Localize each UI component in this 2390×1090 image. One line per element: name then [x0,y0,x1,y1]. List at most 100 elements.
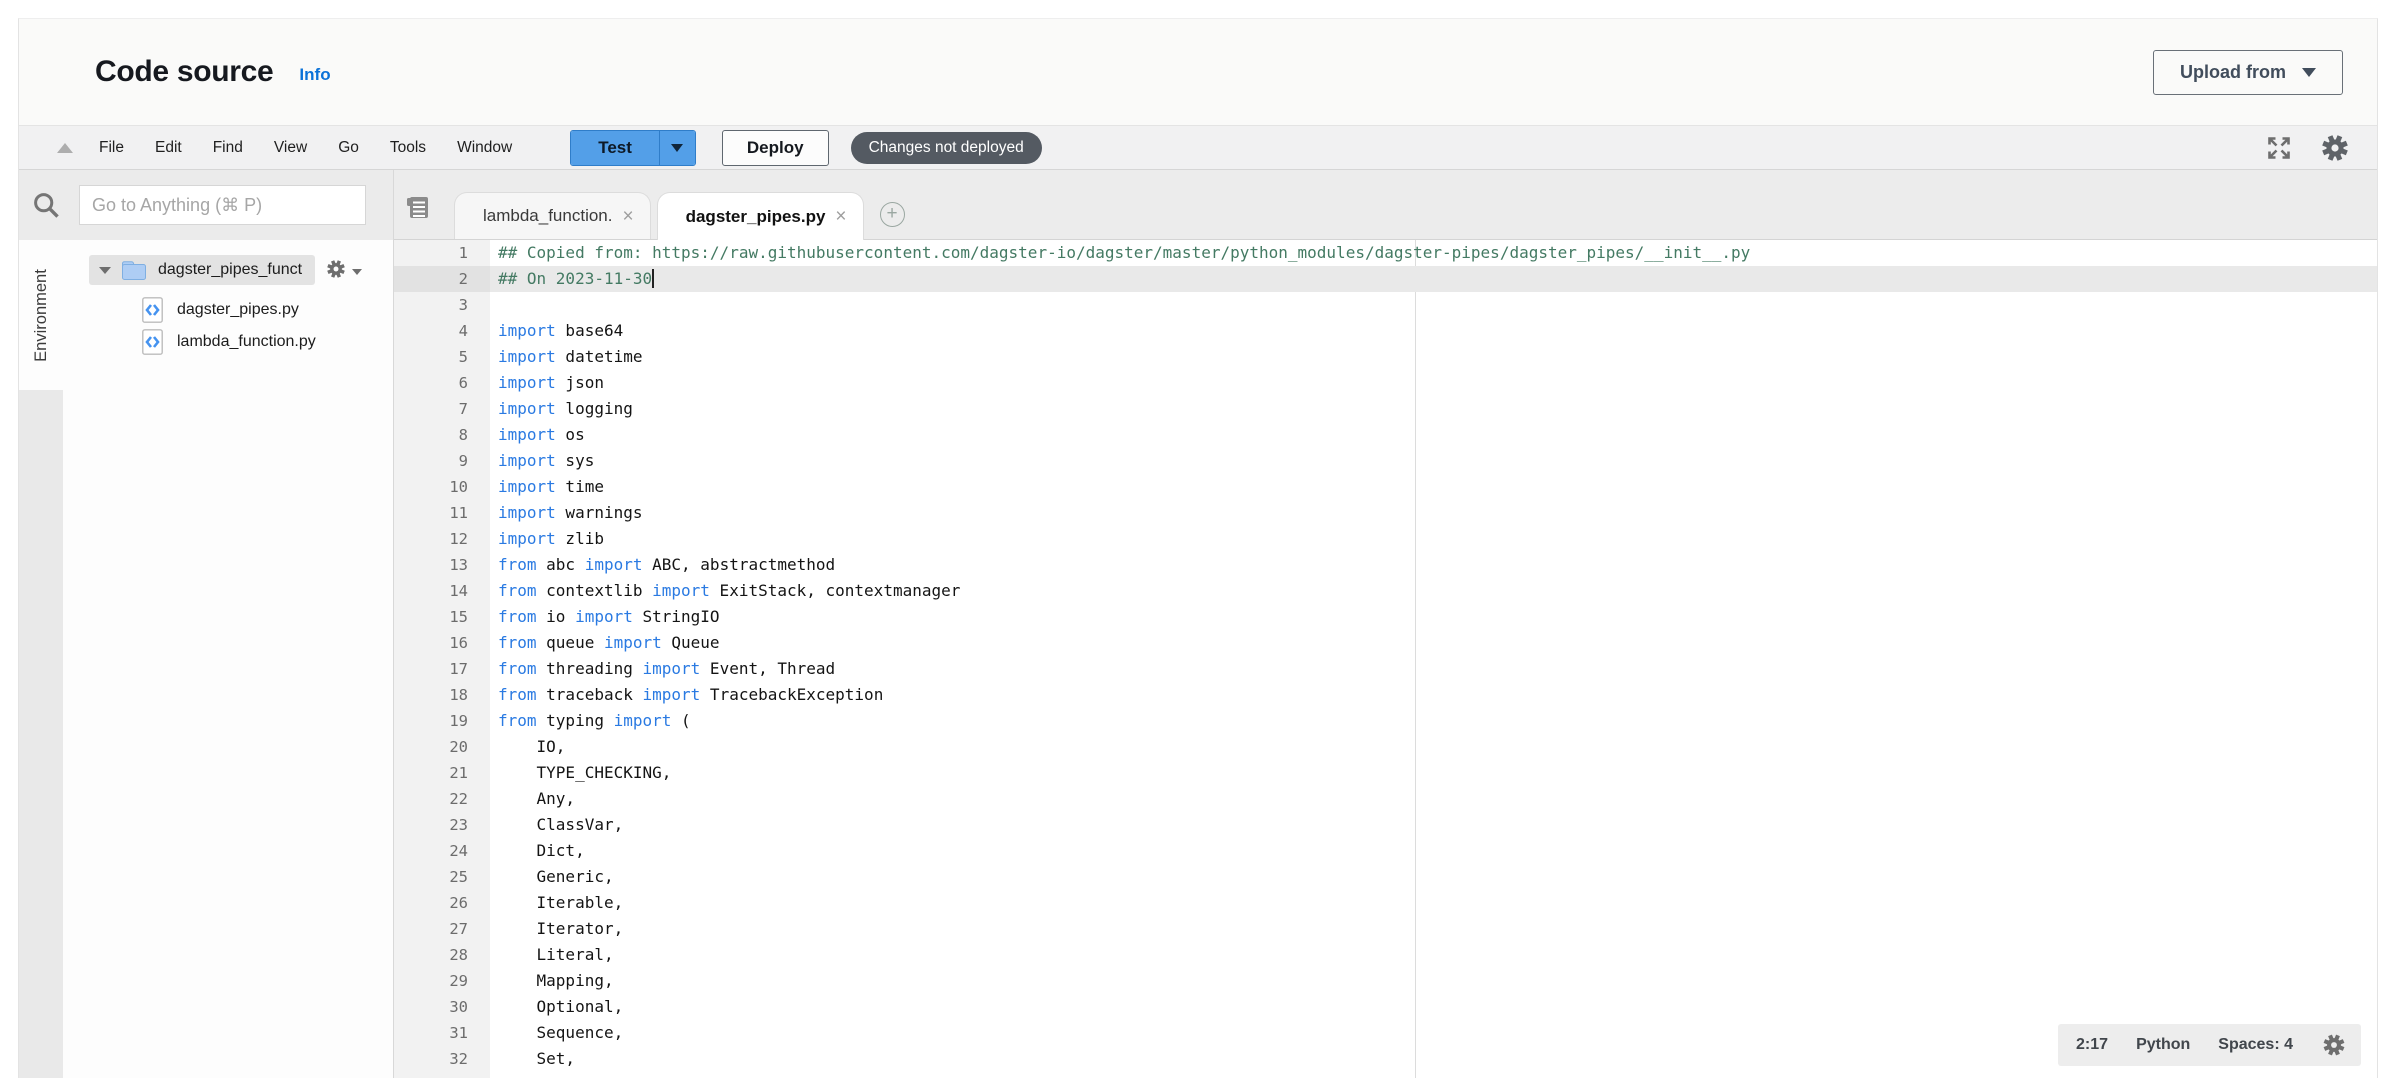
line-number: 3 [394,292,490,318]
tab-label: dagster_pipes.py [686,207,826,227]
code-line[interactable]: 22 Any, [394,786,2377,812]
menu-item-window[interactable]: Window [457,139,512,157]
code-line[interactable]: 27 Iterator, [394,916,2377,942]
menu-item-view[interactable]: View [274,139,307,157]
code-line[interactable]: 7import logging [394,396,2377,422]
code-line[interactable]: 33 TextIO, [394,1072,2377,1078]
code-editor[interactable]: 1## Copied from: https://raw.githubuserc… [394,240,2377,1078]
code-line[interactable]: 6import json [394,370,2377,396]
code-line[interactable]: 3 [394,292,2377,318]
info-link[interactable]: Info [299,65,330,85]
code-source-panel: Code source Info Upload from FileEditFin… [18,18,2378,1078]
code-line-text: Iterator, [490,916,2377,942]
code-line[interactable]: 10import time [394,474,2377,500]
collapse-panel-icon[interactable] [57,143,73,153]
go-to-anything-input[interactable] [79,185,366,225]
code-line[interactable]: 4import base64 [394,318,2377,344]
status-badge: Changes not deployed [851,132,1042,164]
tree-file-dagster_pipes-py[interactable]: dagster_pipes.py [63,294,393,326]
code-line[interactable]: 20 IO, [394,734,2377,760]
tree-folder-row[interactable]: dagster_pipes_funct [89,255,315,285]
settings-gear-icon[interactable] [2319,132,2351,164]
test-split-button: Test [570,130,696,166]
menu-item-go[interactable]: Go [338,139,359,157]
new-tab-button[interactable]: + [880,202,905,227]
line-number: 20 [394,734,490,760]
code-line-text: ClassVar, [490,812,2377,838]
code-line-text: Iterable, [490,890,2377,916]
code-line[interactable]: 17from threading import Event, Thread [394,656,2377,682]
line-number: 19 [394,708,490,734]
fullscreen-icon[interactable] [2265,134,2293,162]
upload-from-button[interactable]: Upload from [2153,50,2343,95]
sidebar-body: Environment dagster_pipes_funct [19,240,393,1078]
code-line[interactable]: 19from typing import ( [394,708,2377,734]
line-number: 10 [394,474,490,500]
test-dropdown-button[interactable] [659,131,695,165]
code-line[interactable]: 14from contextlib import ExitStack, cont… [394,578,2377,604]
code-line[interactable]: 18from traceback import TracebackExcepti… [394,682,2377,708]
code-line[interactable]: 28 Literal, [394,942,2377,968]
code-line-text: Optional, [490,994,2377,1020]
code-line[interactable]: 9import sys [394,448,2377,474]
code-line-text: import zlib [490,526,2377,552]
code-line-text: Mapping, [490,968,2377,994]
tree-file-label: dagster_pipes.py [177,301,299,319]
code-line-text: from threading import Event, Thread [490,656,2377,682]
code-line[interactable]: 29 Mapping, [394,968,2377,994]
code-line[interactable]: 23 ClassVar, [394,812,2377,838]
deploy-button[interactable]: Deploy [722,130,829,166]
line-number: 14 [394,578,490,604]
tab-environment[interactable]: Environment [19,240,63,390]
line-number: 18 [394,682,490,708]
language-mode[interactable]: Python [2136,1036,2190,1054]
code-line-text: Literal, [490,942,2377,968]
tree-file-lambda_function-py[interactable]: lambda_function.py [63,326,393,358]
code-line[interactable]: 1## Copied from: https://raw.githubuserc… [394,240,2377,266]
line-number: 27 [394,916,490,942]
test-button[interactable]: Test [571,131,659,165]
code-line[interactable]: 2## On 2023-11-30 [394,266,2377,292]
tree-settings-button[interactable] [325,258,362,285]
menu-bar-right [2265,132,2351,164]
line-number: 28 [394,942,490,968]
menu-item-edit[interactable]: Edit [155,139,182,157]
tree-files: dagster_pipes.py lambda_function.py [63,294,393,358]
code-line[interactable]: 21 TYPE_CHECKING, [394,760,2377,786]
line-number: 4 [394,318,490,344]
editor-settings-gear-icon[interactable] [2321,1032,2347,1058]
tab-list-icon[interactable] [404,194,431,226]
menu-bar: File Edit Find View Go Tools Window Test Deplo… [19,125,2377,170]
environment-tab-label: Environment [32,269,51,362]
code-line-text: import base64 [490,318,2377,344]
code-line-text: import json [490,370,2377,396]
code-line-text: import logging [490,396,2377,422]
code-line[interactable]: 12import zlib [394,526,2377,552]
code-line[interactable]: 15from io import StringIO [394,604,2377,630]
code-line-text: from io import StringIO [490,604,2377,630]
code-line[interactable]: 24 Dict, [394,838,2377,864]
code-line[interactable]: 25 Generic, [394,864,2377,890]
text-cursor [652,269,654,288]
line-number: 21 [394,760,490,786]
line-number: 33 [394,1072,490,1078]
close-tab-icon[interactable]: × [622,207,633,226]
code-line[interactable]: 30 Optional, [394,994,2377,1020]
editor-tab-lambda_function-[interactable]: lambda_function. × [454,192,651,239]
menu-item-find[interactable]: Find [213,139,243,157]
code-line[interactable]: 26 Iterable, [394,890,2377,916]
editor-tab-dagster_pipes-py[interactable]: dagster_pipes.py × [657,192,864,240]
code-line[interactable]: 13from abc import ABC, abstractmethod [394,552,2377,578]
cursor-position[interactable]: 2:17 [2076,1036,2108,1054]
code-line-text: from queue import Queue [490,630,2377,656]
code-line[interactable]: 5import datetime [394,344,2377,370]
editor-status-bar: 2:17 Python Spaces: 4 [2058,1024,2361,1066]
close-tab-icon[interactable]: × [835,207,846,226]
indentation-setting[interactable]: Spaces: 4 [2218,1036,2293,1054]
menu-item-tools[interactable]: Tools [390,139,426,157]
code-line[interactable]: 16from queue import Queue [394,630,2377,656]
code-line[interactable]: 8import os [394,422,2377,448]
code-line[interactable]: 11import warnings [394,500,2377,526]
folder-expand-icon[interactable] [99,267,111,274]
menu-item-file[interactable]: File [99,139,124,157]
